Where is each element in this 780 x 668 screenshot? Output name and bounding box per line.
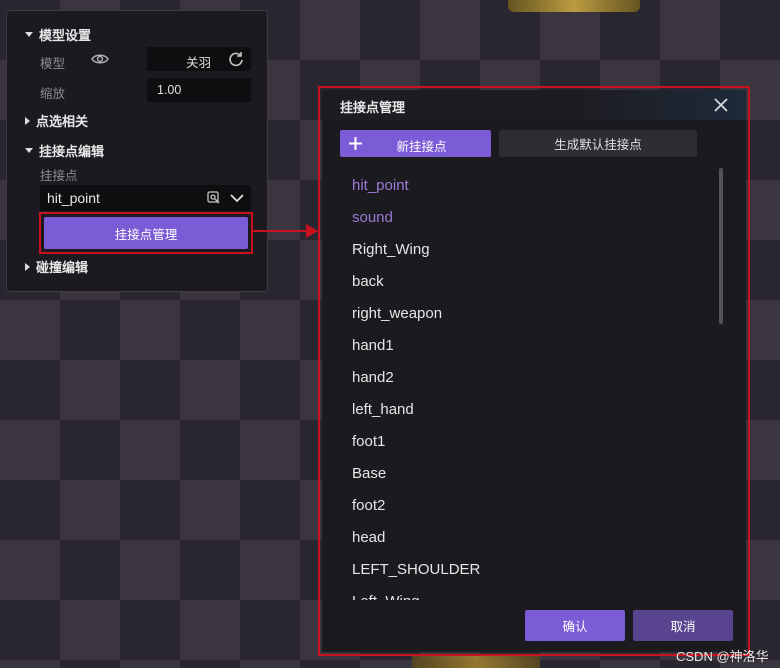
locate-icon[interactable] bbox=[207, 191, 221, 205]
list-item[interactable]: head bbox=[352, 522, 692, 554]
cancel-button[interactable]: 取消 bbox=[633, 610, 733, 641]
list-item[interactable]: hand1 bbox=[352, 330, 692, 362]
close-icon[interactable] bbox=[714, 98, 728, 112]
new-attach-point-button[interactable]: 新挂接点 bbox=[340, 130, 491, 157]
section-pick[interactable]: 点选相关 bbox=[25, 111, 88, 130]
chevron-down-icon[interactable] bbox=[230, 193, 244, 203]
caret-down-icon bbox=[25, 148, 33, 153]
attach-point-list: hit_point sound Right_Wing back right_we… bbox=[322, 170, 714, 600]
model-label: 模型 bbox=[40, 57, 66, 71]
attach-manage-button[interactable]: 挂接点管理 bbox=[44, 217, 248, 249]
list-item[interactable]: right_weapon bbox=[352, 298, 692, 330]
list-item[interactable]: foot2 bbox=[352, 490, 692, 522]
properties-panel: 模型设置 模型 关羽 缩放 1.00 点选相关 挂接点编辑 挂接点 hit_po… bbox=[6, 10, 268, 292]
model-value: 关羽 bbox=[185, 56, 211, 70]
scene-ornament-bottom bbox=[412, 656, 540, 668]
watermark: CSDN @神洛华 bbox=[676, 649, 769, 664]
attach-manager-dialog: 挂接点管理 新挂接点 生成默认挂接点 hit_point sound Right… bbox=[322, 90, 746, 652]
section-model-settings-label: 模型设置 bbox=[39, 28, 92, 43]
list-item[interactable]: foot1 bbox=[352, 426, 692, 458]
section-collision-label: 碰撞编辑 bbox=[36, 260, 89, 275]
refresh-icon[interactable] bbox=[228, 51, 244, 67]
section-attach-edit[interactable]: 挂接点编辑 bbox=[25, 141, 104, 160]
caret-right-icon bbox=[25, 262, 30, 271]
caret-down-icon bbox=[25, 32, 33, 37]
list-scrollbar[interactable] bbox=[719, 168, 723, 324]
list-item[interactable]: left_hand bbox=[352, 394, 692, 426]
list-item[interactable]: back bbox=[352, 266, 692, 298]
list-item[interactable]: hit_point bbox=[352, 170, 692, 202]
eye-icon[interactable] bbox=[91, 52, 109, 66]
caret-right-icon bbox=[25, 116, 30, 125]
section-pick-label: 点选相关 bbox=[36, 114, 89, 129]
new-attach-point-label: 新挂接点 bbox=[396, 140, 447, 154]
attach-point-selected: hit_point bbox=[47, 190, 100, 206]
list-item[interactable]: sound bbox=[352, 202, 692, 234]
dialog-header: 挂接点管理 bbox=[322, 90, 746, 120]
confirm-button[interactable]: 确认 bbox=[525, 610, 625, 641]
annotation-arrow-line bbox=[252, 230, 308, 232]
model-field[interactable]: 关羽 bbox=[147, 47, 251, 71]
scene-ornament-top bbox=[508, 0, 640, 12]
generate-default-button[interactable]: 生成默认挂接点 bbox=[499, 130, 697, 157]
attach-point-label: 挂接点 bbox=[40, 169, 78, 183]
list-item[interactable]: Left_Wing bbox=[352, 586, 692, 600]
annotation-arrow-head bbox=[306, 224, 318, 238]
scale-input[interactable]: 1.00 bbox=[147, 78, 251, 102]
list-item[interactable]: Right_Wing bbox=[352, 234, 692, 266]
attach-point-select[interactable]: hit_point bbox=[40, 185, 251, 211]
scale-label: 缩放 bbox=[40, 87, 66, 101]
section-model-settings[interactable]: 模型设置 bbox=[25, 25, 91, 44]
list-item[interactable]: Base bbox=[352, 458, 692, 490]
highlight-frame-manage: 挂接点管理 bbox=[39, 212, 253, 254]
section-attach-edit-label: 挂接点编辑 bbox=[39, 144, 105, 159]
list-item[interactable]: hand2 bbox=[352, 362, 692, 394]
section-collision-edit[interactable]: 碰撞编辑 bbox=[25, 257, 88, 276]
list-item[interactable]: LEFT_SHOULDER bbox=[352, 554, 692, 586]
dialog-title: 挂接点管理 bbox=[340, 100, 406, 115]
